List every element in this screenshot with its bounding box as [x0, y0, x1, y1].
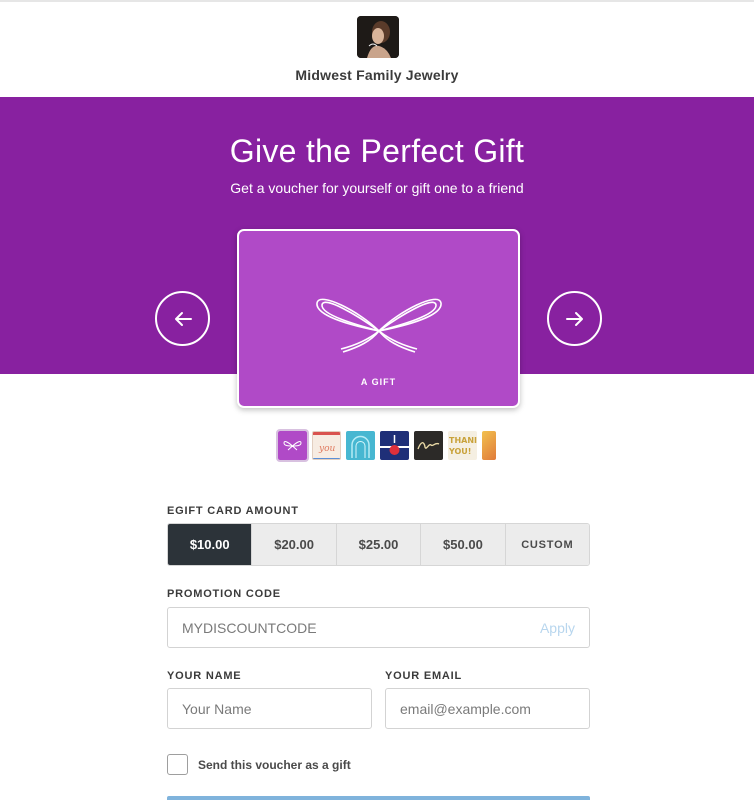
merchant-logo-photo-icon	[357, 16, 399, 58]
airmail-envelope-icon: you	[313, 432, 340, 459]
email-input[interactable]: email@example.com	[385, 688, 590, 729]
amount-option-custom[interactable]: CUSTOM	[505, 524, 589, 565]
gift-drop-icon	[380, 435, 409, 455]
send-as-gift-checkbox[interactable]	[167, 754, 188, 775]
page-title: Give the Perfect Gift	[229, 133, 525, 169]
amount-option-50[interactable]: $50.00	[421, 524, 506, 565]
design-thumb-gold-partial[interactable]	[482, 431, 496, 460]
promo-label: PROMOTION CODE	[167, 588, 281, 600]
design-thumb-blue-arch[interactable]	[346, 431, 375, 460]
design-thumbnails: you THANI YOU!	[276, 429, 496, 462]
thank-you-text-icon: THANI YOU!	[448, 436, 477, 456]
next-design-button[interactable]	[547, 291, 602, 346]
ribbon-bow-icon	[283, 441, 302, 451]
send-as-gift-label[interactable]: Send this voucher as a gift	[198, 758, 351, 772]
design-thumb-ribbon-bow[interactable]	[276, 429, 309, 462]
promo-code-placeholder: MYDISCOUNTCODE	[182, 619, 317, 636]
gift-card-preview: A GIFT	[237, 229, 520, 408]
merchant-logo	[357, 16, 399, 58]
design-thumb-you-airmail[interactable]: you	[312, 431, 341, 460]
amount-option-20[interactable]: $20.00	[252, 524, 337, 565]
design-thumb-thanks-script[interactable]	[414, 431, 443, 460]
gift-card-label: A GIFT	[360, 377, 397, 387]
amount-option-10[interactable]: $10.00	[168, 524, 253, 565]
apply-promo-button[interactable]: Apply	[540, 620, 575, 636]
submit-button-edge[interactable]	[167, 796, 590, 800]
arrow-right-icon	[565, 311, 583, 326]
amount-option-25[interactable]: $25.00	[336, 524, 422, 565]
design-thumb-navy-gift[interactable]	[380, 431, 409, 460]
promo-code-input[interactable]: MYDISCOUNTCODE Apply	[167, 607, 590, 648]
arch-pattern-icon	[351, 435, 370, 458]
email-placeholder: email@example.com	[400, 700, 531, 717]
svg-text:THANI: THANI	[449, 436, 477, 445]
merchant-name: Midwest Family Jewelry	[295, 67, 459, 83]
previous-design-button[interactable]	[155, 291, 210, 346]
svg-text:you: you	[318, 444, 336, 454]
design-thumb-thank-you-text[interactable]: THANI YOU!	[448, 431, 477, 460]
amount-selector: $10.00 $20.00 $25.00 $50.00 CUSTOM	[167, 523, 590, 566]
arrow-left-icon	[174, 311, 192, 326]
page-subtitle: Get a voucher for yourself or gift one t…	[230, 180, 524, 196]
amount-label: EGIFT CARD AMOUNT	[167, 505, 299, 517]
svg-text:YOU!: YOU!	[448, 447, 471, 456]
name-input[interactable]: Your Name	[167, 688, 372, 729]
email-label: YOUR EMAIL	[385, 670, 463, 682]
top-divider	[0, 0, 754, 2]
name-placeholder: Your Name	[182, 700, 252, 717]
name-label: YOUR NAME	[167, 670, 242, 682]
script-thanks-icon	[417, 442, 440, 450]
